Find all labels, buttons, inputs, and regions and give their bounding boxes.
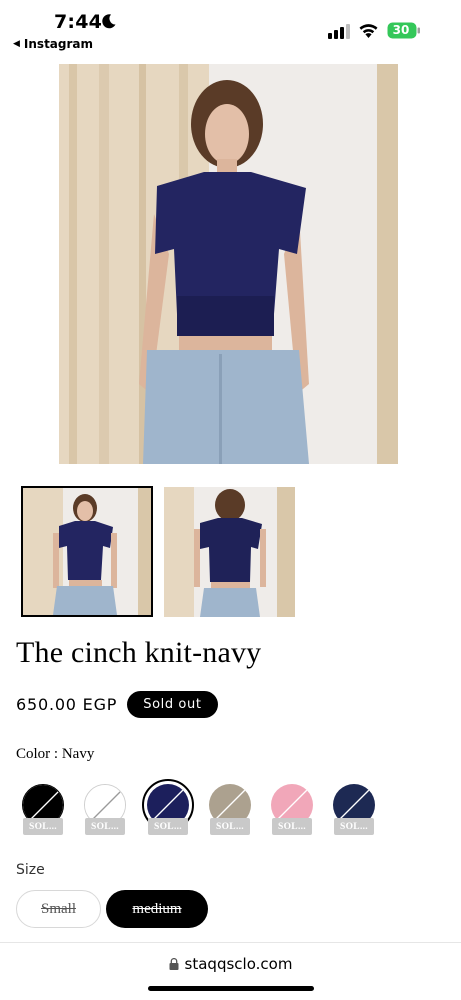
thumbnail-photo-back	[164, 487, 295, 617]
product-main-image[interactable]	[59, 64, 398, 464]
wifi-icon	[359, 24, 378, 38]
swatch-dark-navy[interactable]: SOL...	[331, 782, 377, 835]
swatch-sold-tag: SOL...	[334, 818, 374, 835]
home-indicator[interactable]	[148, 986, 314, 991]
url-display[interactable]: staqqsclo.com	[0, 955, 461, 973]
swatch-sold-tag: SOL...	[148, 818, 188, 835]
status-time: 7:44	[54, 11, 103, 33]
battery-level: 30	[392, 23, 410, 37]
swatch-black[interactable]: SOL...	[20, 782, 66, 835]
size-label: Size	[16, 862, 45, 878]
back-arrow-icon: ◀	[13, 39, 20, 49]
lock-icon	[169, 958, 179, 970]
product-thumbnail-front[interactable]	[21, 486, 153, 617]
swatch-taupe[interactable]: SOL...	[207, 782, 253, 835]
product-price: 650.00 EGP	[16, 695, 118, 714]
battery-indicator: 30	[387, 22, 421, 39]
swatch-sold-tag: SOL...	[23, 818, 63, 835]
swatch-navy[interactable]: SOL...	[142, 779, 194, 835]
back-to-app-link[interactable]: ◀ Instagram	[13, 37, 93, 51]
moon-icon	[102, 14, 116, 29]
color-label: Color : Navy	[16, 746, 95, 762]
size-option-small[interactable]: Small	[16, 890, 101, 928]
url-text: staqqsclo.com	[184, 955, 293, 973]
swatch-sold-tag: SOL...	[272, 818, 312, 835]
swatch-sold-tag: SOL...	[85, 818, 125, 835]
product-title: The cinch knit-navy	[16, 636, 262, 669]
price-row: 650.00 EGP Sold out	[16, 691, 218, 718]
size-option-medium[interactable]: medium	[106, 890, 208, 928]
cellular-signal-icon	[328, 24, 350, 39]
swatch-pink[interactable]: SOL...	[269, 782, 315, 835]
swatch-white[interactable]: SOL...	[82, 782, 128, 835]
product-thumbnail-back[interactable]	[164, 487, 295, 617]
color-swatches: SOL... SOL... SOL... SOL... SOL... SOL..…	[20, 779, 460, 842]
sold-out-badge: Sold out	[127, 691, 218, 718]
thumbnail-photo-front	[23, 488, 151, 615]
product-photo-front	[59, 64, 398, 464]
swatch-sold-tag: SOL...	[210, 818, 250, 835]
back-app-label: Instagram	[23, 37, 94, 51]
browser-address-bar: staqqsclo.com	[0, 942, 461, 1000]
status-bar: 7:44 ◀ Instagram 30	[0, 0, 461, 58]
